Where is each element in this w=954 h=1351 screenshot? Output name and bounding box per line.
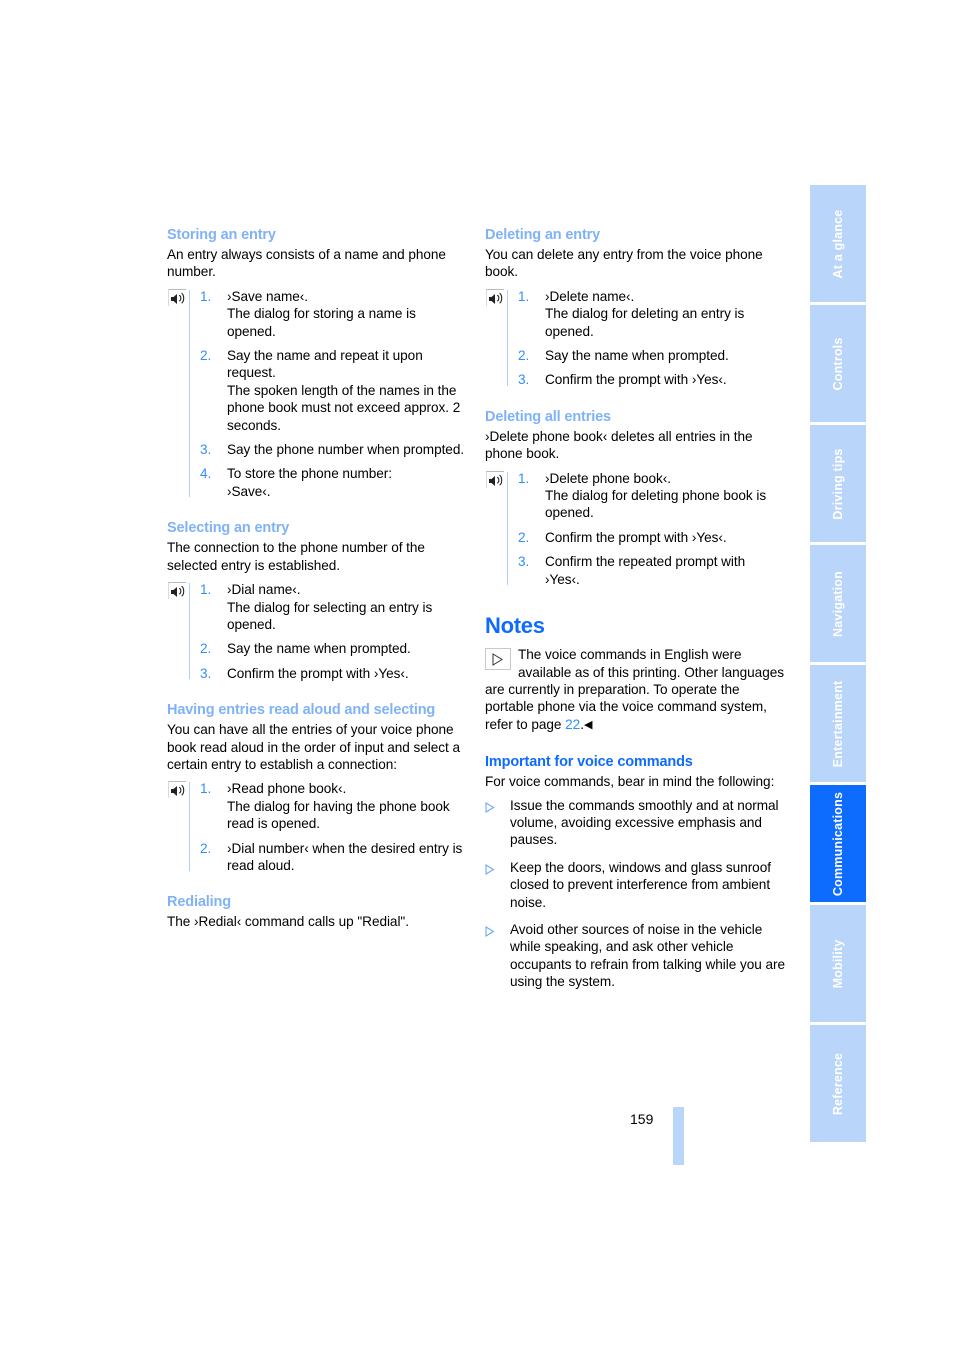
list-item: 1. ›Dial name‹. The dialog for selecting a… (200, 582, 433, 632)
heading-important-for-voice-commands: Important for voice commands (485, 754, 693, 771)
manual-page: Storing an entry An entry always consist… (0, 0, 954, 1351)
list-item: 1. ›Save name‹. The dialog for storing a n… (200, 288, 416, 339)
list-item-text: Keep the doors, windows and glass sunroo… (510, 859, 771, 910)
list-item: 2. Say the name when prompted. (518, 348, 729, 364)
triangle-bullet-icon (485, 800, 495, 813)
list-item: 3. Confirm the repeated prompt with ›Yes‹. (518, 554, 746, 587)
note-text: The voice commands in English were avail… (485, 646, 785, 734)
list-item: 2. ›Dial number‹ when the desired entry i… (200, 840, 463, 873)
note-end-marker-icon: ◀ (583, 718, 593, 731)
triangle-bullet-icon (485, 924, 495, 937)
step-list: 1. ›Save name‹. The dialog for storing a n… (200, 288, 467, 500)
list-item: 2. Confirm the prompt with ›Yes‹. (518, 529, 727, 545)
intro-redialing: The ›Redial‹ command calls up "Redial". (167, 914, 409, 930)
page-number: 159 (630, 1111, 654, 1127)
list-item: 3. Say the phone number when prompted. (200, 442, 465, 458)
list-item-text: Issue the commands smoothly and at norma… (510, 797, 779, 848)
chapter-tab-strip: At a glance Controls Driving tips Naviga… (810, 185, 866, 1145)
tab-entertainment[interactable]: Entertainment (810, 665, 866, 782)
list-item: 2. Say the name and repeat it upon reques… (200, 348, 461, 433)
tab-reference[interactable]: Reference (810, 1025, 866, 1142)
step-list: 1. ›Read phone book‹. The dialog for havin… (200, 780, 467, 874)
tab-label: Navigation (831, 570, 845, 637)
list-item: 1. ›Delete phone book‹. The dialog for del… (518, 470, 767, 521)
page-reference-link[interactable]: 22 (565, 717, 580, 732)
step-list: 1. ›Dial name‹. The dialog for selecting a… (200, 581, 467, 682)
intro-having-entries-read-aloud: You can have all the entries of your voi… (167, 722, 460, 772)
procedure-deleting-an-entry: 1. ›Delete name‹. The dialog for deleting … (485, 288, 785, 389)
procedure-storing-an-entry: 1. ›Save name‹. The dialog for storing a n… (167, 288, 467, 500)
voice-command-icon (168, 582, 186, 600)
voice-command-icon (168, 781, 186, 799)
step-list: 1. ›Delete name‹. The dialog for deleting … (518, 288, 785, 389)
left-column: Storing an entry An entry always consist… (167, 226, 467, 931)
heading-having-entries-read-aloud: Having entries read aloud and selecting (167, 702, 436, 719)
note-text-main: The voice commands in English were avail… (485, 647, 784, 732)
intro-deleting-an-entry: You can delete any entry from the voice … (485, 247, 763, 280)
tab-mobility[interactable]: Mobility (810, 905, 866, 1022)
intro-important-for-voice-commands: For voice commands, bear in mind the fol… (485, 774, 775, 790)
tab-label: Communications (831, 791, 845, 896)
procedure-deleting-all-entries: 1. ›Delete phone book‹. The dialog for del… (485, 470, 785, 588)
list-item: Issue the commands smoothly and at norma… (485, 797, 785, 849)
voice-command-tips-list: Issue the commands smoothly and at norma… (485, 797, 785, 991)
list-item: 4. To store the phone number: ›Save‹. (200, 466, 392, 499)
tab-label: Driving tips (831, 447, 845, 520)
tab-label: Mobility (831, 939, 845, 988)
page-number-bar (673, 1107, 684, 1165)
list-item: 3. Confirm the prompt with ›Yes‹. (200, 665, 409, 681)
voice-command-icon (486, 470, 504, 488)
tab-navigation[interactable]: Navigation (810, 545, 866, 662)
tab-controls[interactable]: Controls (810, 305, 866, 422)
tab-label: Entertainment (831, 680, 845, 767)
list-item: Keep the doors, windows and glass sunroo… (485, 859, 785, 911)
list-item-text: Avoid other sources of noise in the vehi… (510, 921, 785, 990)
tab-label: Reference (831, 1052, 845, 1115)
heading-storing-an-entry: Storing an entry (167, 227, 276, 243)
tab-driving-tips[interactable]: Driving tips (810, 425, 866, 542)
heading-selecting-an-entry: Selecting an entry (167, 520, 290, 537)
tab-at-a-glance[interactable]: At a glance (810, 185, 866, 302)
tab-label: At a glance (831, 209, 845, 278)
tab-label: Controls (831, 337, 845, 390)
note-block: The voice commands in English were avail… (485, 646, 785, 734)
intro-storing-an-entry: An entry always consists of a name and p… (167, 247, 446, 280)
heading-notes: Notes (485, 613, 545, 639)
heading-deleting-all-entries: Deleting all entries (485, 408, 611, 425)
intro-deleting-all-entries: ›Delete phone book‹ deletes all entries … (485, 428, 753, 462)
list-item: 3. Confirm the prompt with ›Yes‹. (518, 372, 727, 388)
tab-communications[interactable]: Communications (810, 785, 866, 902)
list-item: 2. Say the name when prompted. (200, 641, 411, 657)
note-triangle-icon (485, 648, 511, 671)
voice-command-icon (168, 288, 186, 306)
right-column: Deleting an entry You can delete any ent… (485, 226, 785, 991)
list-item: 1. ›Delete name‹. The dialog for deleting … (518, 288, 745, 339)
procedure-selecting-an-entry: 1. ›Dial name‹. The dialog for selecting a… (167, 581, 467, 682)
list-item: Avoid other sources of noise in the vehi… (485, 921, 785, 991)
voice-command-icon (486, 288, 504, 306)
list-item: 1. ›Read phone book‹. The dialog for havin… (200, 781, 450, 832)
heading-deleting-an-entry: Deleting an entry (485, 227, 601, 243)
intro-selecting-an-entry: The connection to the phone number of th… (167, 540, 425, 573)
procedure-having-entries-read-aloud: 1. ›Read phone book‹. The dialog for havin… (167, 780, 467, 874)
triangle-bullet-icon (485, 862, 495, 875)
heading-redialing: Redialing (167, 894, 231, 911)
step-list: 1. ›Delete phone book‹. The dialog for del… (518, 470, 785, 588)
